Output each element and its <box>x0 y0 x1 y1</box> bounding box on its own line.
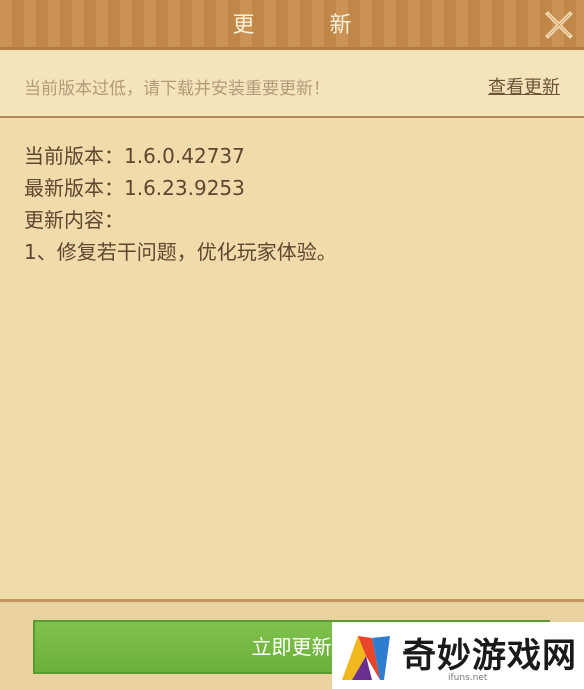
check-update-link[interactable]: 查看更新 <box>488 73 560 99</box>
watermark: 奇妙游戏网 ifuns.net <box>332 622 584 689</box>
site-logo-icon <box>342 636 390 680</box>
close-button[interactable] <box>544 10 574 40</box>
watermark-sub: ifuns.net <box>448 673 488 683</box>
notice-text: 当前版本过低，请下载并安装重要更新！ <box>24 79 330 99</box>
current-version: 当前版本：1.6.0.42737 <box>24 144 245 168</box>
watermark-text: 奇妙游戏网 <box>402 636 577 676</box>
update-content: 当前版本：1.6.0.42737 最新版本：1.6.23.9253 更新内容： … <box>24 140 560 268</box>
latest-version: 最新版本：1.6.23.9253 <box>24 176 245 200</box>
dialog-title: 更 新 <box>232 13 386 38</box>
changelog-item: 1、修复若干问题，优化玩家体验。 <box>24 240 337 264</box>
changelog-heading: 更新内容： <box>24 208 124 232</box>
title-bar: 更 新 <box>0 0 584 50</box>
notice-bar: 当前版本过低，请下载并安装重要更新！ 查看更新 <box>0 50 584 118</box>
close-x-icon <box>545 11 573 39</box>
update-dialog: 更 新 当前版本过低，请下载并安装重要更新！ 查看更新 当前版本：1.6.0.4… <box>0 0 584 689</box>
